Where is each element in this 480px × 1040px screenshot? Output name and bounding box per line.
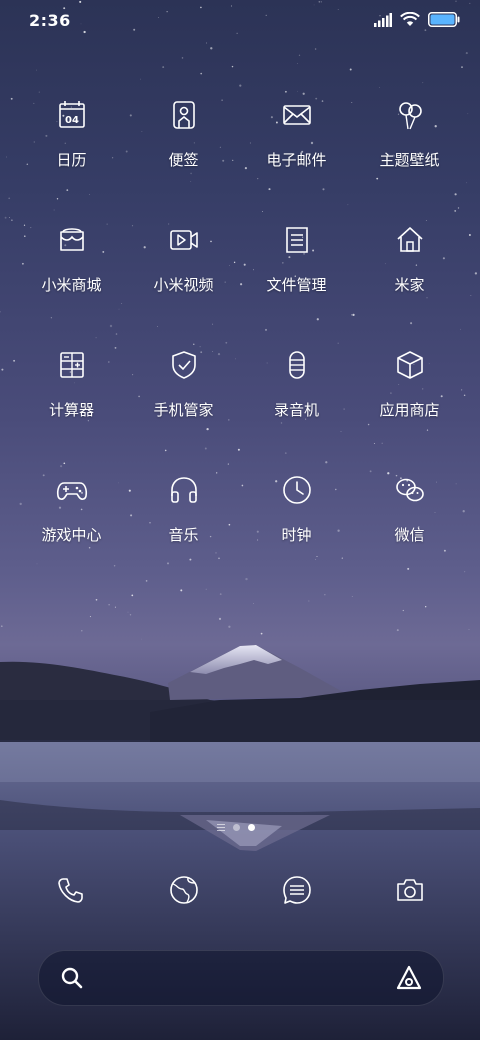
app-row: 04 日历 便签 电子邮件 主题壁纸	[0, 95, 480, 205]
security-icon	[171, 351, 196, 379]
status-icons	[374, 12, 460, 27]
browser-icon[interactable]	[164, 870, 204, 910]
wifi-icon	[400, 12, 420, 26]
calendar-day: 04	[65, 115, 79, 126]
phone-icon[interactable]	[51, 870, 91, 910]
signal-icon	[374, 12, 392, 27]
page-indicator[interactable]	[217, 824, 255, 831]
app-label: 便签	[168, 151, 199, 169]
calendar-icon: 04	[58, 101, 85, 128]
status-time: 2:36	[29, 11, 71, 30]
themes-icon	[398, 102, 422, 130]
messages-icon[interactable]	[277, 870, 317, 910]
wechat-icon	[395, 478, 424, 502]
app-wechat[interactable]: 微信	[353, 470, 466, 545]
app-security[interactable]: 手机管家	[127, 345, 240, 420]
clock-icon	[282, 476, 311, 504]
app-store-icon	[396, 351, 423, 379]
app-music[interactable]: 音乐	[127, 470, 240, 545]
app-label: 文件管理	[266, 276, 327, 294]
assistant-icon[interactable]	[395, 964, 423, 992]
app-game-center[interactable]: 游戏中心	[15, 470, 128, 545]
app-label: 时钟	[281, 526, 312, 544]
app-mail[interactable]: 电子邮件	[240, 95, 353, 170]
app-recorder[interactable]: 录音机	[240, 345, 353, 420]
app-clock[interactable]: 时钟	[240, 470, 353, 545]
app-label: 微信	[394, 526, 425, 544]
video-icon	[169, 230, 198, 250]
app-label: 电子邮件	[266, 151, 327, 169]
app-label: 手机管家	[153, 401, 214, 419]
game-center-icon	[56, 482, 87, 500]
music-icon	[170, 477, 197, 503]
mail-icon	[282, 105, 311, 125]
app-notes[interactable]: 便签	[127, 95, 240, 170]
app-label: 日历	[56, 151, 87, 169]
store-icon	[59, 228, 84, 251]
app-label: 小米商城	[41, 276, 102, 294]
app-mi-video[interactable]: 小米视频	[127, 220, 240, 295]
camera-icon[interactable]	[390, 870, 430, 910]
search-bar[interactable]	[38, 950, 444, 1006]
notes-icon	[172, 101, 195, 129]
app-label: 游戏中心	[41, 526, 102, 544]
app-label: 米家	[394, 276, 425, 294]
app-row: 小米商城 小米视频 文件管理 米家	[0, 220, 480, 330]
app-label: 小米视频	[153, 276, 214, 294]
recorder-icon	[288, 351, 305, 379]
page-dot	[233, 824, 240, 831]
app-label: 主题壁纸	[379, 151, 440, 169]
app-app-store[interactable]: 应用商店	[353, 345, 466, 420]
calculator-icon	[59, 352, 84, 378]
minus-one-screen-indicator	[217, 824, 225, 831]
home-icon	[396, 227, 423, 252]
app-row: 计算器 手机管家 录音机 应用商店	[0, 345, 480, 455]
status-bar: 2:36	[0, 0, 480, 42]
app-label: 应用商店	[379, 401, 440, 419]
app-label: 计算器	[48, 401, 94, 419]
file-manager-icon	[285, 227, 308, 253]
page-dot-active	[248, 824, 255, 831]
dock	[0, 870, 480, 914]
app-mi-home[interactable]: 米家	[353, 220, 466, 295]
app-row: 游戏中心 音乐 时钟 微信	[0, 470, 480, 580]
app-file-manager[interactable]: 文件管理	[240, 220, 353, 295]
app-themes[interactable]: 主题壁纸	[353, 95, 466, 170]
app-calendar[interactable]: 04 日历	[15, 95, 128, 170]
app-label: 录音机	[273, 401, 319, 419]
app-calculator[interactable]: 计算器	[15, 345, 128, 420]
battery-icon	[428, 12, 460, 27]
app-mi-store[interactable]: 小米商城	[15, 220, 128, 295]
search-icon[interactable]	[59, 965, 85, 991]
app-label: 音乐	[168, 526, 199, 544]
